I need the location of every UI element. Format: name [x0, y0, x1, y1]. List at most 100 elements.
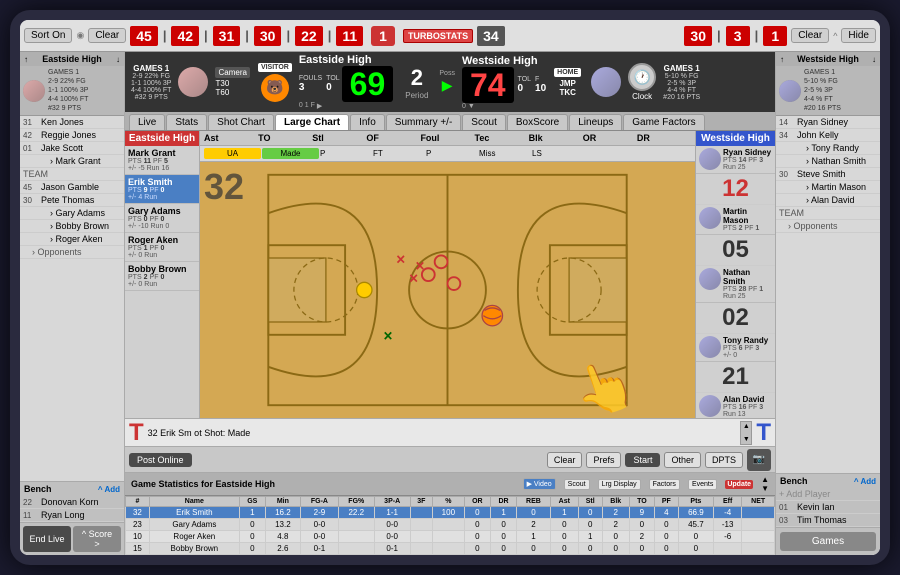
- score-31: 31: [213, 26, 241, 46]
- table-row-gary-adams[interactable]: 23 Gary Adams 0 13.2 0-0 0-0 0 0: [126, 519, 775, 531]
- th-pf: PF: [654, 497, 678, 507]
- player-jason-gamble[interactable]: 45 Jason Gamble: [20, 181, 124, 194]
- player-jake-scott[interactable]: 01 Jake Scott: [20, 142, 124, 155]
- player-john-kelly[interactable]: 34 John Kelly: [776, 129, 880, 142]
- th-pct: %: [433, 497, 464, 507]
- turbostats-logo: TURBOSTATS: [403, 29, 473, 43]
- bench-kevin-ian[interactable]: 01 Kevin Ian: [776, 501, 880, 514]
- bench-add-player[interactable]: + Add Player: [776, 488, 880, 501]
- factors-btn[interactable]: Factors: [649, 479, 680, 490]
- tab-live[interactable]: Live: [129, 114, 165, 130]
- player-martin-mason[interactable]: › Martin Mason: [776, 181, 880, 194]
- tab-stats[interactable]: Stats: [166, 114, 207, 130]
- player-reggie-jones[interactable]: 42 Reggie Jones: [20, 129, 124, 142]
- start-button[interactable]: Start: [625, 453, 660, 467]
- dpts-button[interactable]: DPTS: [705, 452, 743, 468]
- games-label-sb-right: GAMES 1: [663, 64, 700, 73]
- tab-lineups[interactable]: Lineups: [569, 114, 622, 130]
- th-blk: Blk: [602, 497, 629, 507]
- chart-player-gary-adams[interactable]: Gary Adams PTS0 PF0 +/--10 Run0: [125, 204, 199, 233]
- other-button[interactable]: Other: [664, 452, 701, 468]
- games-button[interactable]: Games: [780, 532, 876, 551]
- clear-button-right[interactable]: Clear: [791, 28, 829, 43]
- games-pts-right: #20 16 PTS: [804, 104, 841, 113]
- poss-arrow-icon: ▶: [442, 77, 453, 94]
- period-score: 1: [371, 26, 395, 46]
- chart-player-roger-aken[interactable]: Roger Aken PTS1 PF0 +/-0 Run: [125, 233, 199, 262]
- chart-player-alan-david[interactable]: Alan David PTS 16 PF 3 Run 13: [696, 393, 775, 418]
- clear-button-left[interactable]: Clear: [88, 28, 126, 43]
- chart-player-martin-mason[interactable]: Martin Mason PTS 2 PF 1: [696, 205, 775, 235]
- martin-mason-avatar: [699, 207, 721, 229]
- westside-chart-header: Westside High: [696, 131, 775, 146]
- games-fg-right: 5-10 % FG: [804, 77, 841, 86]
- th-to: TO: [629, 497, 654, 507]
- score-button[interactable]: ^ Score >: [73, 526, 121, 552]
- events-btn[interactable]: Events: [688, 479, 717, 490]
- th-min: Min: [265, 497, 300, 507]
- player-nathan-smith[interactable]: › Nathan Smith: [776, 155, 880, 168]
- tab-large-chart[interactable]: Large Chart: [275, 114, 349, 130]
- chart-player-mark-grant[interactable]: Mark Grant PTS11 PF5 +/--5 Run16: [125, 146, 199, 175]
- player-roger-aken[interactable]: › Roger Aken: [20, 233, 124, 246]
- bench-tim-thomas[interactable]: 03 Tim Thomas: [776, 514, 880, 527]
- log-scroll-bar[interactable]: ▲ ▼: [740, 421, 752, 445]
- score-11: 11: [336, 26, 363, 46]
- player-ryan-sidney[interactable]: 14 Ryan Sidney: [776, 116, 880, 129]
- scout-btn[interactable]: Scout: [564, 479, 590, 490]
- tab-game-factors[interactable]: Game Factors: [623, 114, 704, 130]
- table-scroll[interactable]: ▲ ▼: [761, 475, 769, 493]
- player-bobby-brown[interactable]: › Bobby Brown: [20, 220, 124, 233]
- sort-on-button[interactable]: Sort On: [24, 28, 72, 43]
- player-gary-adams[interactable]: › Gary Adams: [20, 207, 124, 220]
- th-gs: GS: [239, 497, 265, 507]
- prefs-button[interactable]: Prefs: [586, 452, 621, 468]
- right-score-1: 1: [763, 26, 787, 46]
- chart-player-nathan-smith[interactable]: Nathan Smith PTS 28 PF 1 Run 25: [696, 266, 775, 303]
- clock-icon[interactable]: 🕐: [628, 63, 656, 91]
- camera-record-button[interactable]: 📷: [747, 449, 771, 471]
- hide-button[interactable]: Hide: [841, 28, 876, 43]
- clear-chart-button[interactable]: Clear: [547, 452, 583, 468]
- player-ken-jones[interactable]: 31 Ken Jones: [20, 116, 124, 129]
- player-alan-david[interactable]: › Alan David: [776, 194, 880, 207]
- court-svg: × × × ×: [200, 162, 695, 418]
- player-tony-randy[interactable]: › Tony Randy: [776, 142, 880, 155]
- tab-info[interactable]: Info: [350, 114, 385, 130]
- chart-player-ryan-sidney[interactable]: Ryan Sidney PTS 14 PF 3 Run 25: [696, 146, 775, 174]
- add-btn-left[interactable]: ^ Add: [98, 485, 120, 494]
- tab-shot-chart[interactable]: Shot Chart: [208, 114, 274, 130]
- add-btn-right[interactable]: ^ Add: [854, 477, 876, 486]
- video-btn[interactable]: ▶ Video: [523, 478, 556, 490]
- camera-btn[interactable]: Camera: [215, 67, 249, 78]
- bench-ryan-long[interactable]: 11 Ryan Long: [20, 509, 124, 522]
- table-row-erik-smith[interactable]: 32 Erik Smith 1 16.2 2-9 22.2 1-1 100 0: [126, 507, 775, 519]
- games-label-right: GAMES 1: [804, 68, 841, 77]
- chart-player-erik-smith[interactable]: Erik Smith PTS9 PF0 +/-4 Run: [125, 175, 199, 204]
- player-pete-thomas[interactable]: 30 Pete Thomas: [20, 194, 124, 207]
- bench-donovan-korn[interactable]: 22 Donovan Korn: [20, 496, 124, 509]
- player-steve-smith[interactable]: 30 Steve Smith: [776, 168, 880, 181]
- th-fga: FG-A: [300, 497, 338, 507]
- th-3f: 3F: [410, 497, 433, 507]
- th-pts: Pts: [678, 497, 713, 507]
- tab-boxscore[interactable]: BoxScore: [507, 114, 568, 130]
- tab-summary[interactable]: Summary +/-: [386, 114, 462, 130]
- tab-scout[interactable]: Scout: [462, 114, 506, 130]
- post-online-bar: Post Online Clear Prefs Start Other DPTS…: [125, 446, 775, 472]
- t30-label: T30: [215, 79, 249, 88]
- right-score-12: 12: [696, 174, 775, 205]
- chart-player-bobby-brown[interactable]: Bobby Brown PTS2 PF0 +/-0 Run: [125, 262, 199, 291]
- end-live-button[interactable]: End Live: [23, 526, 71, 552]
- table-row-bobby-brown[interactable]: 15 Bobby Brown 0 2.6 0-1 0-1 0 0: [126, 543, 775, 555]
- court-area[interactable]: 32: [200, 162, 695, 418]
- post-online-button[interactable]: Post Online: [129, 453, 192, 467]
- chart-player-tony-randy[interactable]: Tony Randy PTS 6 PF 3 +/- 0: [696, 334, 775, 362]
- svg-text:×: ×: [384, 328, 393, 345]
- eastside-name-sb: Eastside High: [299, 54, 393, 66]
- lrg-display-btn[interactable]: Lrg Display: [598, 479, 641, 490]
- table-row-roger-aken[interactable]: 10 Roger Aken 0 4.8 0-0 0-0 0 0: [126, 531, 775, 543]
- jmp-label: JMP: [559, 79, 575, 88]
- period-display: 2: [411, 65, 423, 91]
- player-mark-grant[interactable]: › Mark Grant: [20, 155, 124, 168]
